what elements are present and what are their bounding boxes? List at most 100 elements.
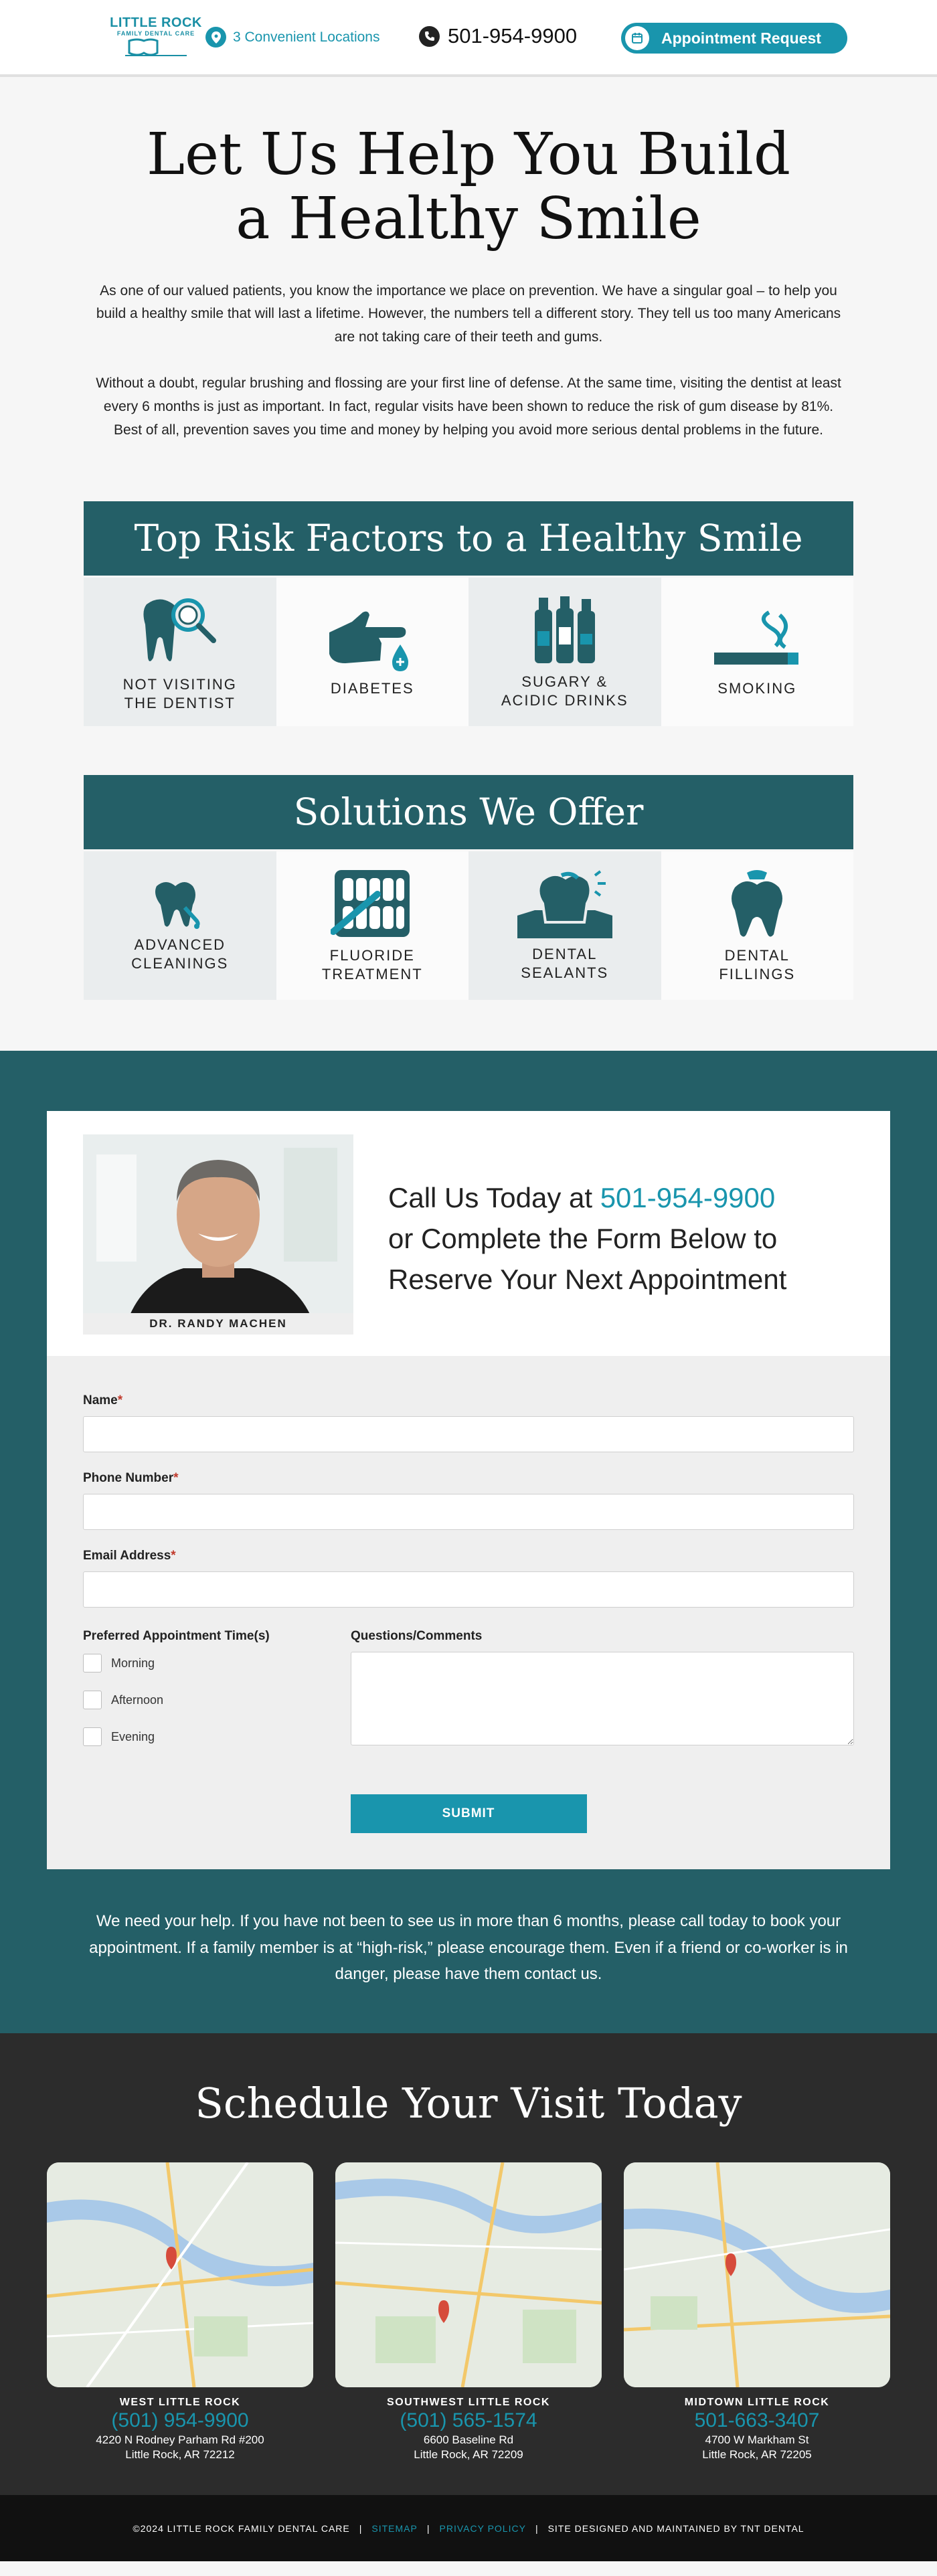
solution-label-sealants: DENTAL SEALANTS <box>521 946 609 981</box>
solution-tile-fillings: DENTAL FILLINGS <box>661 851 853 1000</box>
intro-paragraph-2: Without a doubt, regular brushing and fl… <box>96 375 841 438</box>
location-address-2: Little Rock, AR 72209 <box>414 2448 523 2462</box>
risk-tile-sugary-drinks: SUGARY & ACIDIC DRINKS <box>468 577 661 726</box>
doctor-name: DR. RANDY MACHEN <box>83 1312 353 1335</box>
call-phone-link[interactable]: 501-954-9900 <box>600 1182 776 1213</box>
title-line2: a Healthy Smile <box>236 185 701 253</box>
bottles-icon <box>534 596 595 664</box>
site-header: LITTLE ROCK FAMILY DENTAL CARE 3 Conveni… <box>0 0 937 77</box>
header-phone-number: 501-954-9900 <box>448 24 578 48</box>
location-midtown: MIDTOWN LITTLE ROCK 501-663-3407 4700 W … <box>624 2162 890 2462</box>
location-west: WEST LITTLE ROCK (501) 954-9900 4220 N R… <box>47 2162 313 2462</box>
footer-separator: | <box>359 2522 363 2534</box>
tooth-cleaning-icon <box>155 882 200 930</box>
appointment-request-label: Appointment Request <box>661 29 821 47</box>
footer-sitemap-link[interactable]: SITEMAP <box>371 2523 417 2534</box>
location-name: MIDTOWN LITTLE ROCK <box>684 2397 830 2409</box>
submit-button[interactable]: SUBMIT <box>350 1794 587 1833</box>
phone-icon <box>419 25 440 47</box>
title-line1: Let Us Help You Build <box>146 121 791 188</box>
location-phone[interactable]: (501) 954-9900 <box>47 2409 313 2433</box>
contact-header: DR. RANDY MACHEN Call Us Today at 501-95… <box>47 1111 890 1356</box>
blood-drop-finger-icon <box>329 611 409 672</box>
evening-checkbox[interactable] <box>83 1727 102 1747</box>
footer-copyright: ©2024 LITTLE ROCK FAMILY DENTAL CARE <box>133 2522 350 2534</box>
teeth-brush-icon <box>331 870 410 938</box>
map-southwest[interactable] <box>335 2162 602 2388</box>
locations-label: 3 Convenient Locations <box>233 29 380 45</box>
appointment-request-button[interactable]: Appointment Request <box>621 23 847 54</box>
location-southwest: SOUTHWEST LITTLE ROCK (501) 565-1574 660… <box>335 2162 602 2462</box>
logo-line1: LITTLE ROCK <box>110 15 202 30</box>
map-midtown[interactable] <box>624 2162 890 2388</box>
solution-tile-fluoride: FLUORIDE TREATMENT <box>276 851 468 1000</box>
email-field[interactable] <box>83 1571 854 1608</box>
solution-label-fillings: DENTAL FILLINGS <box>719 947 796 982</box>
header-phone[interactable]: 501-954-9900 <box>419 24 577 48</box>
email-label: Email Address* <box>83 1548 176 1563</box>
call-line3: Reserve Your Next Appointment <box>388 1263 787 1295</box>
evening-label: Evening <box>111 1729 155 1743</box>
footer-separator: | <box>535 2522 539 2534</box>
intro-section: Let Us Help You Build a Healthy Smile As… <box>0 77 937 442</box>
location-name: SOUTHWEST LITTLE ROCK <box>387 2397 550 2409</box>
risk-label-smoking: SMOKING <box>717 680 797 697</box>
call-prefix: Call Us Today at <box>388 1181 600 1213</box>
risk-factors-title: Top Risk Factors to a Healthy Smile <box>84 501 853 576</box>
location-address-2: Little Rock, AR 72205 <box>702 2448 812 2462</box>
risk-tile-diabetes: DIABETES <box>276 577 468 726</box>
preferred-time-group: Preferred Appointment Time(s) Morning Af… <box>83 1629 313 1755</box>
option-afternoon[interactable]: Afternoon <box>83 1682 313 1719</box>
logo[interactable]: LITTLE ROCK FAMILY DENTAL CARE <box>92 0 220 72</box>
solutions-title: Solutions We Offer <box>84 774 853 849</box>
contact-note: We need your help. If you have not been … <box>89 1911 848 1984</box>
tooth-filling-icon <box>732 870 783 937</box>
location-phone[interactable]: (501) 565-1574 <box>335 2409 602 2433</box>
solution-label-fluoride: FLUORIDE TREATMENT <box>321 947 423 982</box>
map-west[interactable] <box>47 2162 313 2388</box>
risk-label-not-visiting: NOT VISITING THE DENTIST <box>122 676 237 711</box>
name-field[interactable] <box>83 1415 854 1452</box>
call-to-action: Call Us Today at 501-954-9900 or Complet… <box>388 1178 786 1300</box>
solution-label-cleanings: ADVANCED CLEANINGS <box>131 936 229 972</box>
location-phone[interactable]: 501-663-3407 <box>624 2409 890 2433</box>
schedule-title: Schedule Your Visit Today <box>195 2079 742 2128</box>
tooth-sealant-icon <box>517 870 612 939</box>
doctor-photo <box>83 1134 353 1335</box>
solutions-section: Solutions We Offer ADVANCED CLEANINGS FL… <box>84 774 853 1000</box>
footer-credit: SITE DESIGNED AND MAINTAINED BY TNT DENT… <box>547 2522 804 2534</box>
logo-line2: FAMILY DENTAL CARE <box>116 30 195 37</box>
phone-field[interactable] <box>83 1493 854 1530</box>
contact-card: DR. RANDY MACHEN Call Us Today at 501-95… <box>47 1110 890 1869</box>
name-label: Name* <box>83 1393 123 1407</box>
comments-label: Questions/Comments <box>351 1628 483 1643</box>
call-line2: or Complete the Form Below to <box>388 1222 778 1254</box>
location-name: WEST LITTLE ROCK <box>119 2397 241 2409</box>
location-address-2: Little Rock, AR 72212 <box>125 2448 235 2462</box>
option-morning[interactable]: Morning <box>83 1645 313 1682</box>
location-address-1: 4220 N Rodney Parham Rd #200 <box>96 2433 264 2447</box>
locations-link[interactable]: 3 Convenient Locations <box>205 27 380 48</box>
preferred-time-label: Preferred Appointment Time(s) <box>83 1628 270 1643</box>
risk-factors-section: Top Risk Factors to a Healthy Smile NOT … <box>84 501 853 726</box>
risk-tile-smoking: SMOKING <box>661 577 853 726</box>
calendar-icon <box>625 26 649 50</box>
morning-label: Morning <box>111 1656 155 1670</box>
risk-label-diabetes: DIABETES <box>330 680 414 697</box>
solution-tile-sealants: DENTAL SEALANTS <box>468 851 661 1000</box>
morning-checkbox[interactable] <box>83 1654 102 1673</box>
footer-separator: | <box>426 2522 430 2534</box>
option-evening[interactable]: Evening <box>83 1719 313 1755</box>
intro-paragraph-1: As one of our valued patients, you know … <box>96 282 841 345</box>
comments-field[interactable] <box>351 1651 854 1745</box>
afternoon-label: Afternoon <box>111 1693 164 1707</box>
tooth-magnifier-icon <box>143 598 216 662</box>
afternoon-checkbox[interactable] <box>83 1691 102 1710</box>
solution-tile-cleanings: ADVANCED CLEANINGS <box>84 851 276 1000</box>
footer-privacy-link[interactable]: PRIVACY POLICY <box>440 2523 526 2534</box>
phone-label: Phone Number* <box>83 1470 179 1485</box>
contact-section: DR. RANDY MACHEN Call Us Today at 501-95… <box>0 1050 937 2034</box>
appointment-form: Name* Phone Number* Email Address* Prefe… <box>47 1355 890 1869</box>
risk-label-sugary-drinks: SUGARY & ACIDIC DRINKS <box>501 673 628 709</box>
risk-tile-not-visiting: NOT VISITING THE DENTIST <box>84 577 276 726</box>
